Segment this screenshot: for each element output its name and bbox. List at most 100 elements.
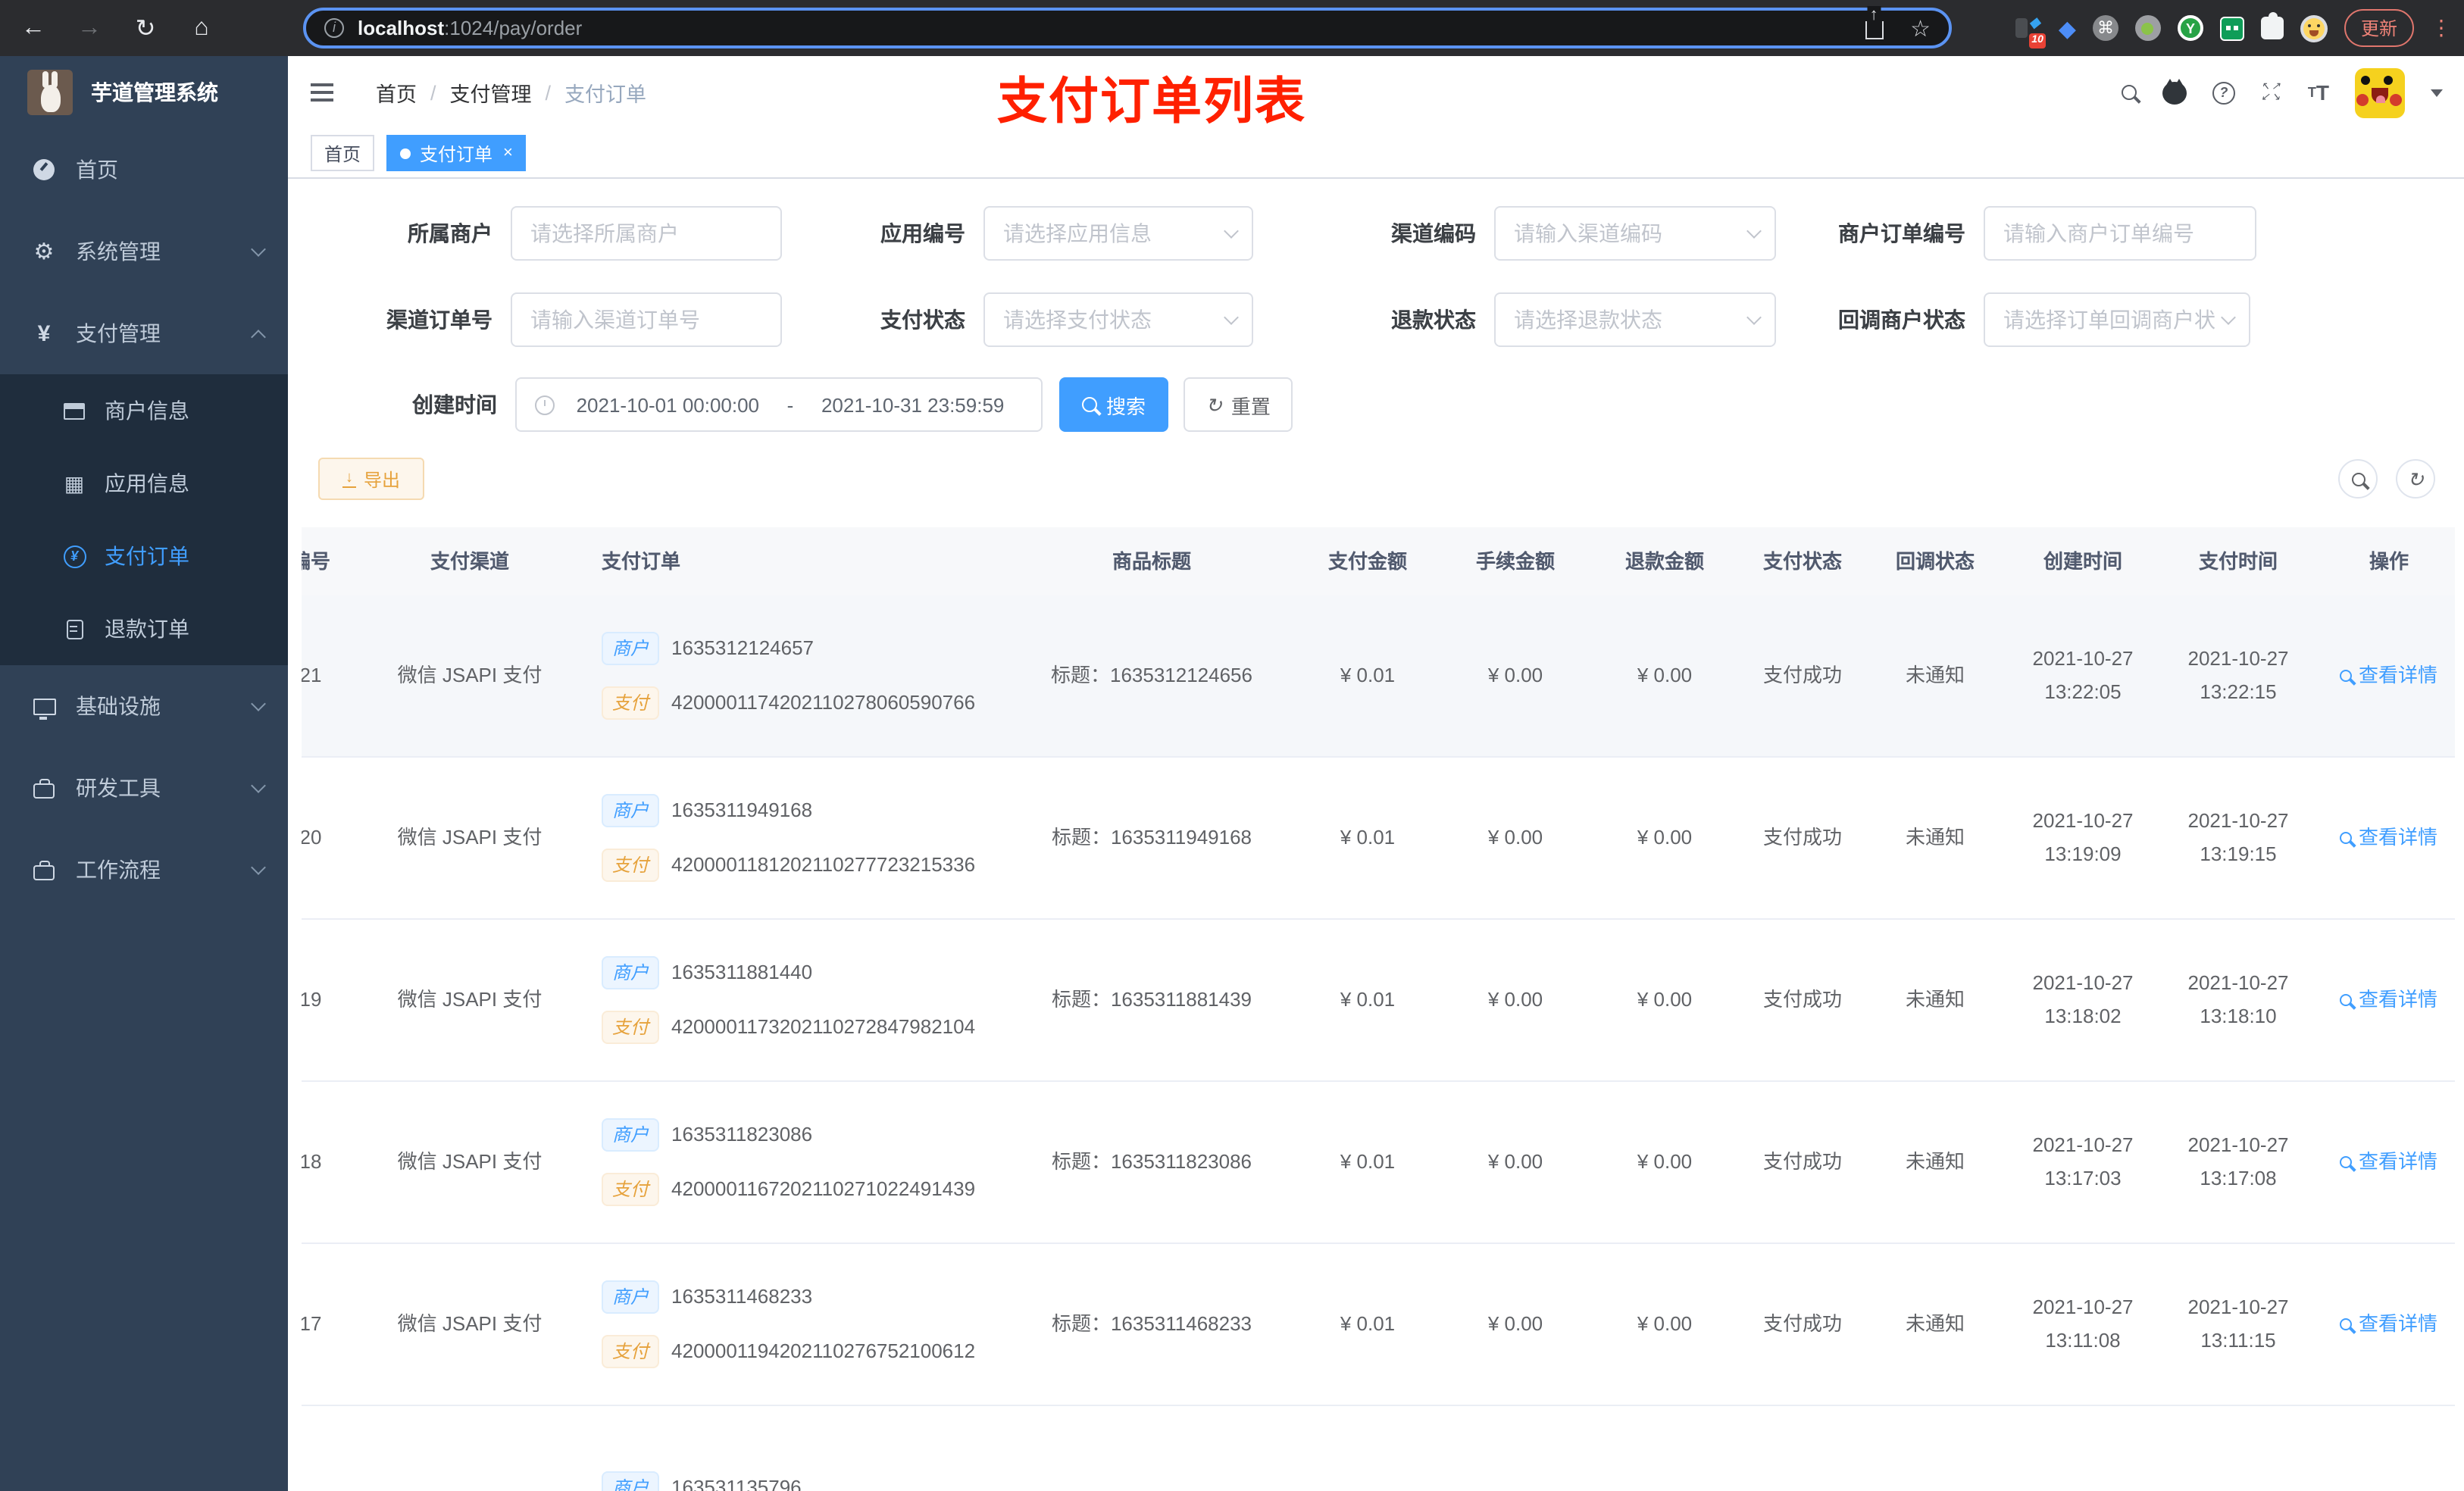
chevron-down-icon xyxy=(1746,223,1762,239)
chevron-down-icon xyxy=(251,242,266,257)
merchant-order-no-input[interactable]: 请输入商户订单编号 xyxy=(1984,206,2256,261)
sidebar-item-pay-order[interactable]: ¥ 支付订单 xyxy=(0,520,288,592)
pay-tag: 支付 xyxy=(602,686,660,720)
site-info-icon[interactable]: i xyxy=(324,18,344,38)
merchant-tag: 商户 xyxy=(602,1471,660,1491)
filter-channel-code: 渠道编码 请输入渠道编码 xyxy=(1315,206,1776,261)
extension-command-icon[interactable]: ⌘ xyxy=(2092,15,2118,41)
sidebar-item-payment[interactable]: ¥ 支付管理 xyxy=(0,292,288,374)
chevron-down-icon xyxy=(1224,223,1239,239)
fullscreen-icon[interactable]: ↖ ↗ ↙ ↘ xyxy=(2261,82,2282,103)
channel-code-select[interactable]: 请输入渠道编码 xyxy=(1494,206,1776,261)
notify-status-select[interactable]: 请选择订单回调商户状态 xyxy=(1984,292,2250,347)
extensions-puzzle-icon[interactable] xyxy=(2260,12,2284,39)
magnifier-icon xyxy=(2340,670,2353,682)
merchant-tag: 商户 xyxy=(602,956,660,989)
gear-icon: ⚙ xyxy=(33,239,55,264)
bookmark-star-icon[interactable]: ☆ xyxy=(1910,14,1931,42)
browser-reload-icon[interactable]: ↻ xyxy=(130,13,161,43)
extension-y-icon[interactable]: Y xyxy=(2177,15,2203,41)
browser-menu-icon[interactable]: ⋮ xyxy=(2431,15,2452,41)
breadcrumb-current: 支付订单 xyxy=(564,83,647,106)
pay-tag: 支付 xyxy=(602,1011,660,1044)
table-header-row: 编号 支付渠道 支付订单 商品标题 支付金额 手续金额 退款金额 支付状态 回调… xyxy=(302,527,2455,595)
extension-badge: 10 xyxy=(2028,33,2047,48)
url-text: localhost:1024/pay/order xyxy=(358,17,583,39)
view-detail-link[interactable]: 查看详情 xyxy=(2340,1147,2437,1177)
search-button[interactable]: 搜索 xyxy=(1059,377,1168,432)
close-icon[interactable]: × xyxy=(503,144,513,162)
magnifier-icon xyxy=(2340,1318,2353,1330)
merchant-tag: 商户 xyxy=(602,794,660,827)
filter-app: 应用编号 请选择应用信息 xyxy=(826,206,1253,261)
help-icon[interactable]: ? xyxy=(2212,81,2235,104)
active-dot-icon xyxy=(400,148,411,158)
export-button[interactable]: ↓ 导出 xyxy=(318,458,424,500)
breadcrumb-payment[interactable]: 支付管理 xyxy=(450,77,532,108)
pay-status-select[interactable]: 请选择支付状态 xyxy=(983,292,1253,347)
table-row: 19 微信 JSAPI 支付 商户 1635311881440 支付 4200001… xyxy=(302,920,2455,1082)
font-size-icon[interactable]: TT xyxy=(2308,80,2329,105)
tab-pay-order[interactable]: 支付订单 × xyxy=(386,135,527,171)
filter-refund-status: 退款状态 请选择退款状态 xyxy=(1315,292,1776,347)
sidebar-item-devtools[interactable]: 研发工具 xyxy=(0,747,288,829)
view-detail-link[interactable]: 查看详情 xyxy=(2340,823,2437,853)
merchant-input[interactable]: 请选择所属商户 xyxy=(511,206,782,261)
status-badge: 支付成功 xyxy=(1762,664,1842,686)
avatar-caret-icon[interactable] xyxy=(2431,89,2443,96)
tags-view-bar: 首页 支付订单 × xyxy=(288,129,2464,179)
orders-table: 编号 支付渠道 支付订单 商品标题 支付金额 手续金额 退款金额 支付状态 回调… xyxy=(302,527,2455,1491)
extension-tabs-icon[interactable]: ◆ 10 xyxy=(2015,14,2047,48)
browser-update-button[interactable]: 更新 xyxy=(2344,9,2414,47)
filter-create-time: 创建时间 2021-10-01 00:00:00 - 2021-10-31 23… xyxy=(326,377,1043,432)
sidebar-item-system[interactable]: ⚙ 系统管理 xyxy=(0,211,288,292)
sidebar-item-infra[interactable]: 基础设施 xyxy=(0,665,288,747)
extension-gem-icon[interactable]: ◆ xyxy=(2059,14,2076,42)
tab-home[interactable]: 首页 xyxy=(311,135,375,171)
sidebar-collapse-icon[interactable] xyxy=(311,83,333,86)
user-avatar[interactable] xyxy=(2355,67,2405,117)
extension-dot-icon[interactable] xyxy=(2134,15,2161,41)
address-bar[interactable]: i localhost:1024/pay/order ☆ xyxy=(303,8,1952,48)
view-detail-link[interactable]: 查看详情 xyxy=(2340,1309,2437,1339)
pay-tag: 支付 xyxy=(602,1173,660,1206)
status-badge: 支付成功 xyxy=(1762,1312,1842,1335)
extension-chat-icon[interactable] xyxy=(2219,16,2244,40)
magnifier-icon xyxy=(2340,994,2353,1006)
merchant-tag: 商户 xyxy=(602,1280,660,1314)
table-row: 21 微信 JSAPI 支付 商户 1635312124657 支付 4200001… xyxy=(302,595,2455,758)
show-search-button[interactable] xyxy=(2338,459,2378,499)
sidebar-item-home[interactable]: 首页 xyxy=(0,129,288,211)
chevron-down-icon xyxy=(251,696,266,711)
refund-status-select[interactable]: 请选择退款状态 xyxy=(1494,292,1776,347)
chevron-down-icon xyxy=(1224,310,1239,325)
browser-forward-icon[interactable]: → xyxy=(74,14,105,42)
search-icon[interactable] xyxy=(2121,85,2137,100)
breadcrumb-home[interactable]: 首页 xyxy=(376,77,417,108)
app-select[interactable]: 请选择应用信息 xyxy=(983,206,1253,261)
channel-order-no-input[interactable]: 请输入渠道订单号 xyxy=(511,292,782,347)
filter-pay-status: 支付状态 请选择支付状态 xyxy=(826,292,1253,347)
reset-button[interactable]: ↻ 重置 xyxy=(1184,377,1293,432)
sidebar-item-workflow[interactable]: 工作流程 xyxy=(0,829,288,911)
table-row: 17 微信 JSAPI 支付 商户 1635311468233 支付 4200001… xyxy=(302,1244,2455,1406)
clock-icon xyxy=(535,395,555,414)
view-detail-link[interactable]: 查看详情 xyxy=(2340,985,2437,1015)
page-annotation: 支付订单列表 xyxy=(997,73,1306,129)
sidebar-item-refund-order[interactable]: 退款订单 xyxy=(0,592,288,665)
app-title: 芋道管理系统 xyxy=(91,80,218,105)
filter-merchant: 所属商户 请选择所属商户 xyxy=(326,206,782,261)
magnifier-icon xyxy=(2340,832,2353,844)
sidebar-item-app-info[interactable]: ▦ 应用信息 xyxy=(0,447,288,520)
share-icon[interactable] xyxy=(1865,21,1884,39)
sidebar-item-merchant-info[interactable]: 商户信息 xyxy=(0,374,288,447)
view-detail-link[interactable]: 查看详情 xyxy=(2340,661,2437,691)
github-icon[interactable] xyxy=(2162,78,2187,104)
refresh-table-button[interactable]: ↻ xyxy=(2396,459,2435,499)
browser-home-icon[interactable]: ⌂ xyxy=(186,14,217,42)
browser-back-icon[interactable]: ← xyxy=(18,14,48,42)
create-time-range-input[interactable]: 2021-10-01 00:00:00 - 2021-10-31 23:59:5… xyxy=(515,377,1043,432)
sidebar-submenu-payment: 商户信息 ▦ 应用信息 ¥ 支付订单 退款订单 xyxy=(0,374,288,665)
pay-tag: 支付 xyxy=(602,1335,660,1368)
profile-avatar-icon[interactable] xyxy=(2300,14,2328,42)
